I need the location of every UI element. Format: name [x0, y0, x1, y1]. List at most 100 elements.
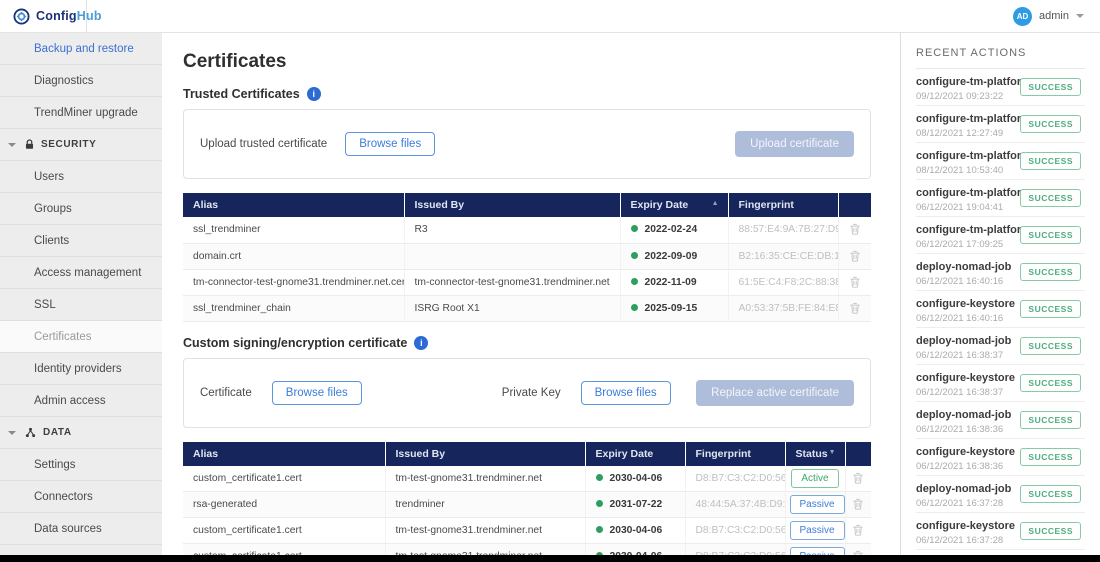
trash-icon [853, 472, 863, 487]
cert-alias: domain.crt [193, 251, 241, 262]
column-header-fingerprint[interactable]: Fingerprint [685, 442, 785, 466]
sidebar-item-settings[interactable]: Settings [0, 449, 162, 481]
cert-issued-by: tm-test-gnome31.trendminer.net [396, 473, 543, 484]
action-status-badge: SUCCESS [1020, 522, 1081, 540]
column-header-issued-by[interactable]: Issued By [404, 193, 620, 217]
sidebar-item-label: Identity providers [34, 363, 122, 375]
info-icon[interactable] [414, 336, 428, 350]
sidebar-item-label: Certificates [34, 331, 92, 343]
trusted-certificates-table: Alias Issued By Expiry Date▲ Fingerprint… [183, 193, 871, 322]
valid-status-dot [596, 526, 603, 533]
trusted-certificates-heading: Trusted Certificates [183, 87, 900, 101]
main-content: Certificates Trusted Certificates Upload… [162, 33, 900, 562]
filter-dropdown-icon: ▼ [829, 449, 836, 456]
recent-action-item: configure-tm-platform08/12/2021 12:27:49… [916, 106, 1085, 143]
cert-alias: rsa-generated [193, 499, 257, 510]
sidebar-item-trendminer-upgrade[interactable]: TrendMiner upgrade [0, 97, 162, 129]
page-title: Certificates [183, 51, 900, 73]
cert-expiry-date: 2022-02-24 [645, 224, 698, 235]
sidebar: Backup and restore DiagnosticsTrendMiner … [0, 33, 162, 562]
trash-icon [850, 276, 860, 291]
delete-certificate-button[interactable] [848, 221, 862, 237]
delete-certificate-button[interactable] [851, 496, 865, 512]
cert-issued-by: R3 [415, 224, 428, 235]
user-name: admin [1039, 10, 1069, 22]
recent-action-item: configure-keystore06/12/2021 16:40:16SUC… [916, 291, 1085, 328]
sidebar-item-backup-and-restore[interactable]: Backup and restore [0, 33, 162, 65]
cert-issued-by: ISRG Root X1 [415, 303, 480, 314]
certificate-label: Certificate [200, 387, 252, 399]
sidebar-item-diagnostics[interactable]: Diagnostics [0, 65, 162, 97]
custom-certificate-label: Custom signing/encryption certificate [183, 336, 407, 350]
sidebar-item-users[interactable]: Users [0, 161, 162, 193]
table-row: custom_certificate1.certtm-test-gnome31.… [183, 518, 871, 544]
column-header-fingerprint[interactable]: Fingerprint [728, 193, 838, 217]
delete-certificate-button[interactable] [848, 248, 862, 264]
upload-certificate-button[interactable]: Upload certificate [735, 131, 854, 157]
recent-action-item: deploy-nomad-job06/12/2021 16:38:37SUCCE… [916, 328, 1085, 365]
valid-status-dot [596, 500, 603, 507]
browse-private-key-button[interactable]: Browse files [581, 381, 671, 405]
avatar: AD [1013, 7, 1032, 26]
sort-ascending-icon: ▲ [712, 200, 719, 207]
recent-action-item: configure-keystore06/12/2021 16:38:37SUC… [916, 365, 1085, 402]
browse-trusted-certificate-button[interactable]: Browse files [345, 132, 435, 156]
table-row: ssl_trendminerR32022-02-2488:57:E4:9A:7B… [183, 217, 871, 243]
action-status-badge: SUCCESS [1020, 115, 1081, 133]
trash-icon [850, 302, 860, 317]
delete-certificate-button[interactable] [848, 274, 862, 290]
user-menu[interactable]: AD admin [1013, 7, 1100, 26]
replace-active-certificate-button[interactable]: Replace active certificate [696, 380, 854, 406]
sidebar-item-identity-providers[interactable]: Identity providers [0, 353, 162, 385]
sidebar-item-certificates[interactable]: Certificates [0, 321, 162, 353]
sidebar-item-access-management[interactable]: Access management [0, 257, 162, 289]
cert-alias: custom_certificate1.cert [193, 473, 302, 484]
column-header-status[interactable]: Status▼ [785, 442, 845, 466]
upload-trusted-certificate-label: Upload trusted certificate [200, 138, 327, 150]
cert-alias: ssl_trendminer_chain [193, 303, 291, 314]
trash-icon [853, 498, 863, 513]
lock-icon [25, 139, 34, 150]
sidebar-item-groups[interactable]: Groups [0, 193, 162, 225]
recent-action-item: deploy-nomad-job06/12/2021 16:37:28SUCCE… [916, 476, 1085, 513]
cert-fingerprint: A0:53:37:5B:FE:84:E8:B7... [739, 303, 839, 314]
column-header-expiry-date[interactable]: Expiry Date [585, 442, 685, 466]
delete-certificate-button[interactable] [851, 470, 865, 486]
trash-icon [853, 524, 863, 539]
info-icon[interactable] [307, 87, 321, 101]
cert-fingerprint: 88:57:E4:9A:7B:27:D9:D... [739, 224, 839, 235]
column-header-alias[interactable]: Alias [183, 442, 385, 466]
chevron-down-icon [8, 143, 16, 147]
sidebar-item-security[interactable]: SECURITY [0, 129, 162, 161]
table-header-row: Alias Issued By Expiry Date Fingerprint … [183, 442, 871, 466]
sidebar-item-clients[interactable]: Clients [0, 225, 162, 257]
delete-certificate-button[interactable] [851, 522, 865, 538]
column-header-alias[interactable]: Alias [183, 193, 404, 217]
column-header-expiry-date[interactable]: Expiry Date▲ [620, 193, 728, 217]
app-logo[interactable]: ConfigHub [0, 0, 87, 32]
valid-status-dot [631, 304, 638, 311]
sidebar-item-data[interactable]: DATA [0, 417, 162, 449]
table-row: rsa-generatedtrendminer2031-07-2248:44:5… [183, 492, 871, 518]
browse-certificate-button[interactable]: Browse files [272, 381, 362, 405]
valid-status-dot [631, 252, 638, 259]
sidebar-item-label: Backup and restore [34, 43, 134, 55]
column-header-issued-by[interactable]: Issued By [385, 442, 585, 466]
recent-action-item: configure-tm-platform06/12/2021 19:04:41… [916, 180, 1085, 217]
brand-name: ConfigHub [36, 9, 102, 23]
sidebar-item-label: SSL [34, 299, 56, 311]
delete-certificate-button[interactable] [848, 300, 862, 316]
chevron-down-icon [1076, 14, 1084, 18]
recent-action-item: configure-tm-platform06/12/2021 17:09:25… [916, 217, 1085, 254]
cert-issued-by: tm-test-gnome31.trendminer.net [396, 525, 543, 536]
sidebar-item-label: Users [34, 171, 64, 183]
sidebar-item-data-sources[interactable]: Data sources [0, 513, 162, 545]
sidebar-item-admin-access[interactable]: Admin access [0, 385, 162, 417]
recent-actions-list: configure-tm-platform09/12/2021 09:23:22… [916, 69, 1085, 562]
cert-fingerprint: D8:B7:C3:C2:D0:56:F... [696, 473, 786, 484]
cert-issued-by: tm-connector-test-gnome31.trendminer.net [415, 277, 610, 288]
recent-action-item: deploy-nomad-job06/12/2021 16:38:36SUCCE… [916, 402, 1085, 439]
sidebar-item-ssl[interactable]: SSL [0, 289, 162, 321]
cert-fingerprint: B2:16:35:CE:CE:DB:1C:C... [739, 251, 839, 262]
sidebar-item-connectors[interactable]: Connectors [0, 481, 162, 513]
